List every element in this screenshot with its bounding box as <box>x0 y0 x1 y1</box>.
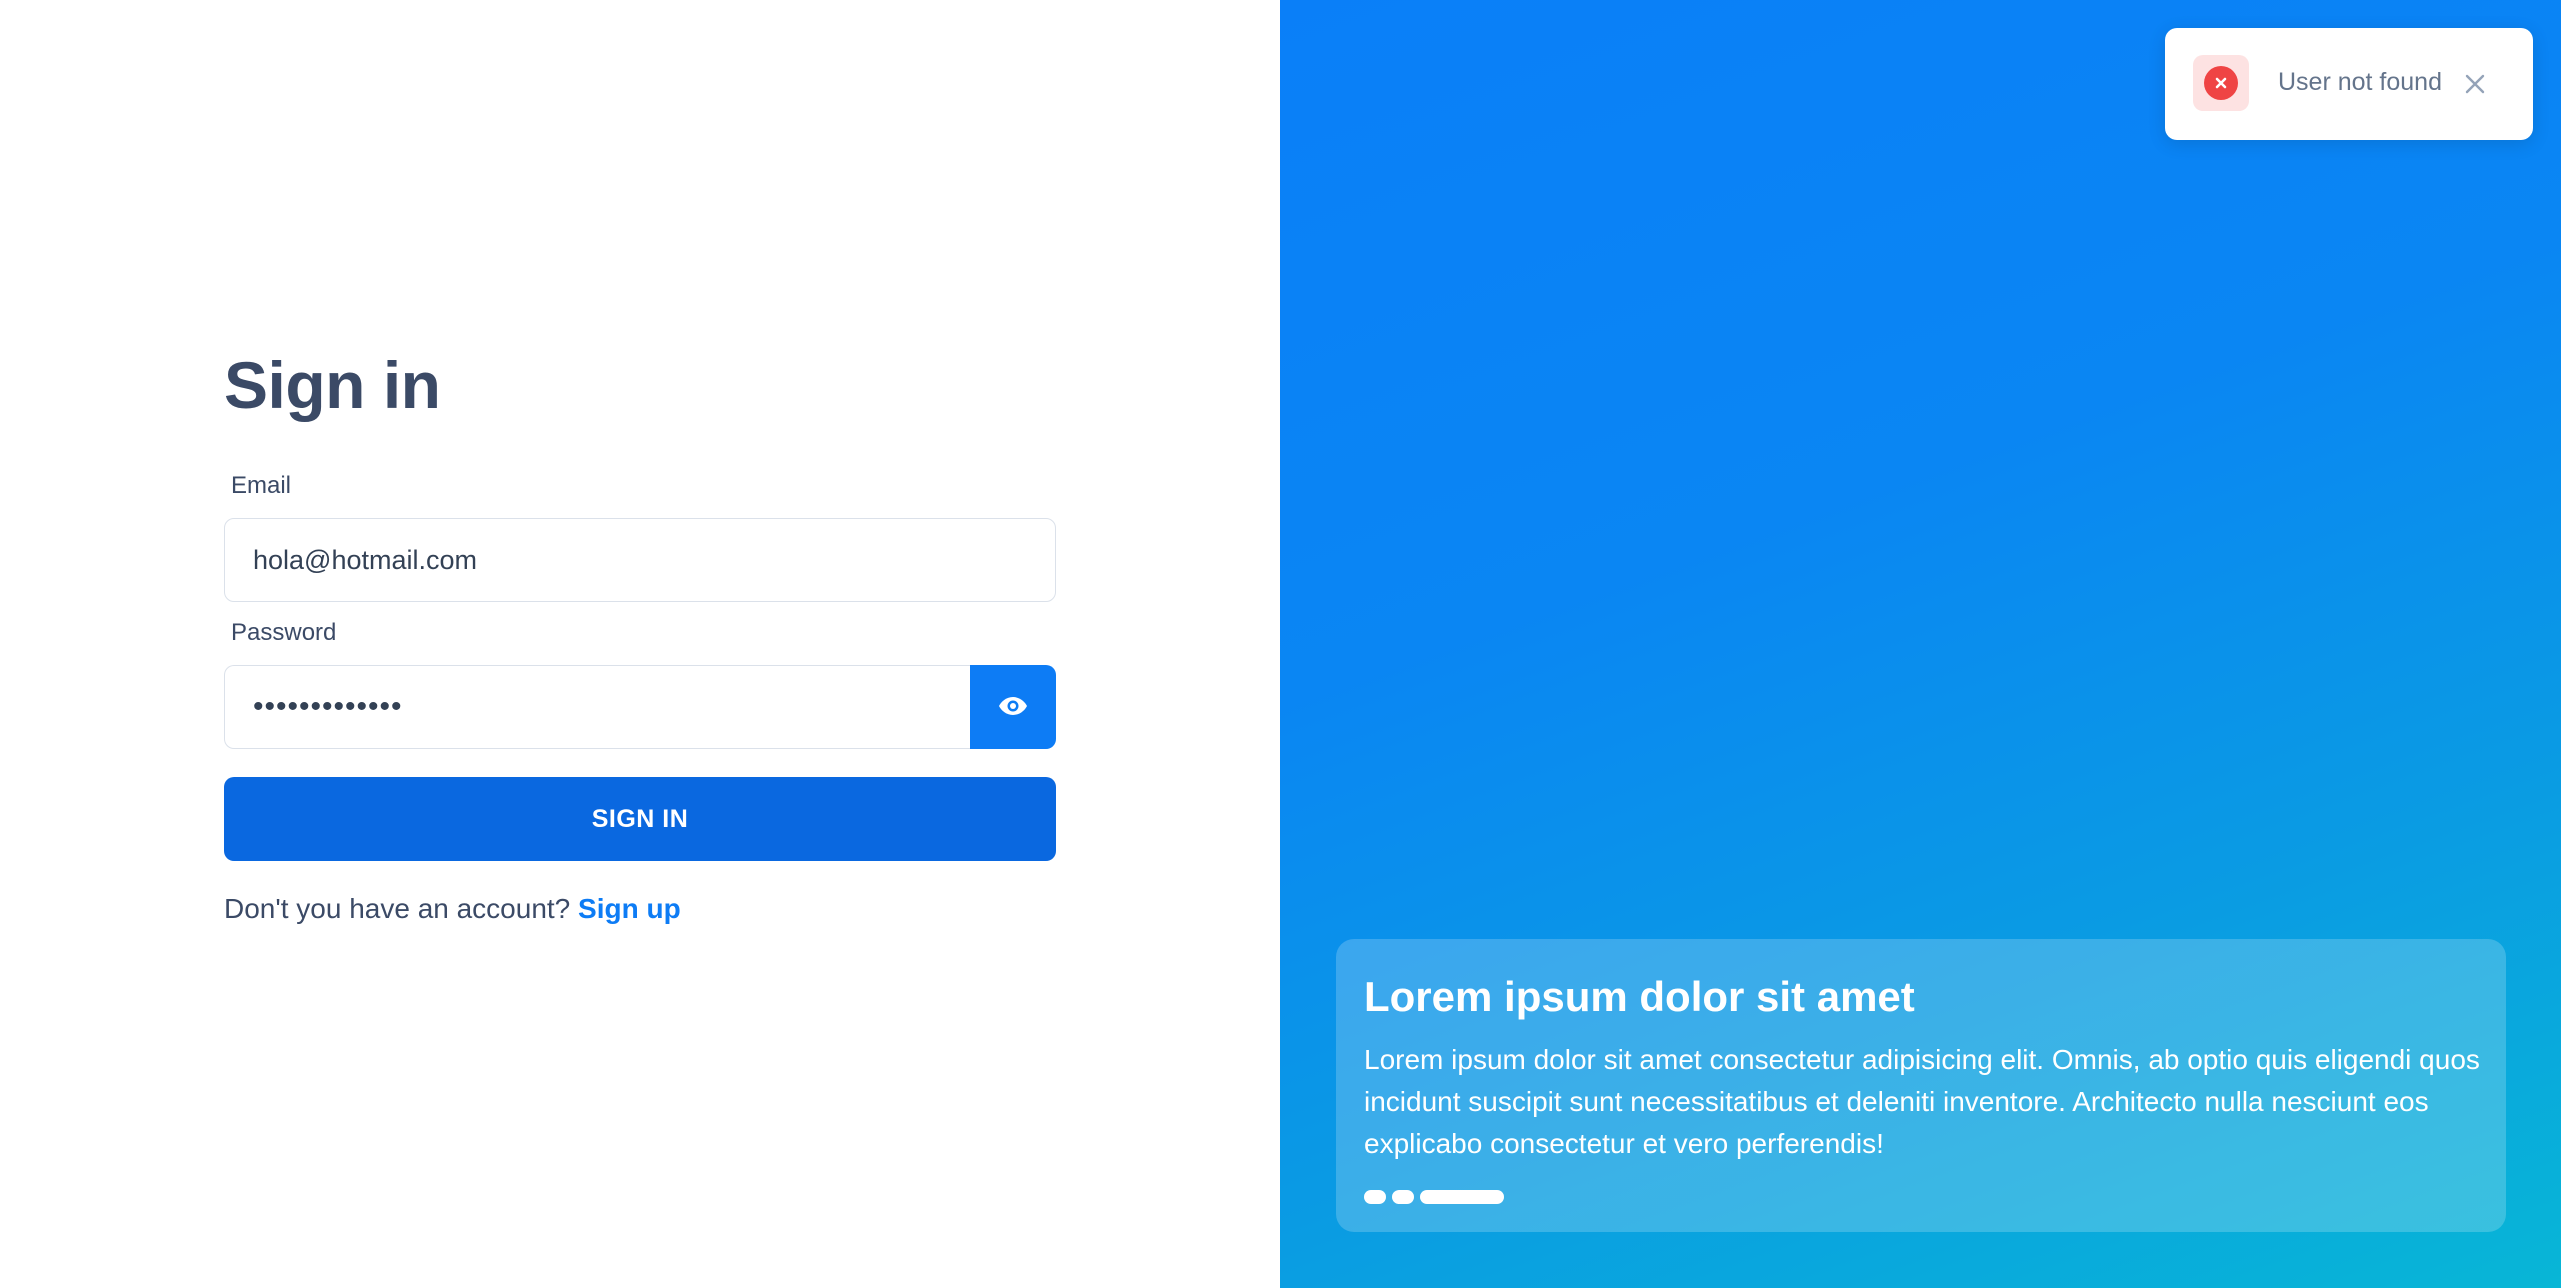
password-field: ••••••••••••• <box>224 665 1056 749</box>
carousel-indicators <box>1364 1190 1504 1204</box>
sign-up-link[interactable]: Sign up <box>578 893 681 924</box>
password-input[interactable]: ••••••••••••• <box>224 665 970 749</box>
toast-icon-box <box>2193 55 2249 111</box>
signup-row: Don't you have an account? Sign up <box>224 893 681 925</box>
carousel-dot-2[interactable] <box>1392 1190 1414 1204</box>
hero-panel: User not found Lorem ipsum dolor sit ame… <box>1280 0 2561 1288</box>
card-body: Lorem ipsum dolor sit amet consectetur a… <box>1364 1044 2480 1159</box>
close-icon[interactable] <box>2455 64 2495 104</box>
signup-prompt: Don't you have an account? <box>224 893 571 924</box>
sign-in-button[interactable]: SIGN IN <box>224 777 1056 861</box>
error-toast: User not found <box>2165 28 2533 140</box>
info-card: Lorem ipsum dolor sit amet Lorem ipsum d… <box>1336 939 2506 1232</box>
error-x-icon <box>2204 66 2238 100</box>
carousel-dot-1[interactable] <box>1364 1190 1386 1204</box>
password-label: Password <box>231 619 337 646</box>
eye-icon <box>998 695 1028 720</box>
card-title: Lorem ipsum dolor sit amet <box>1364 973 1915 1020</box>
page-title: Sign in <box>224 348 441 422</box>
toggle-password-visibility-button[interactable] <box>970 665 1056 749</box>
toast-message: User not found <box>2278 68 2442 96</box>
carousel-dot-3-active[interactable] <box>1420 1190 1504 1204</box>
email-input[interactable] <box>224 518 1056 602</box>
signin-panel: Sign in Email Password ••••••••••••• SIG… <box>0 0 1280 1288</box>
email-label: Email <box>231 472 292 499</box>
